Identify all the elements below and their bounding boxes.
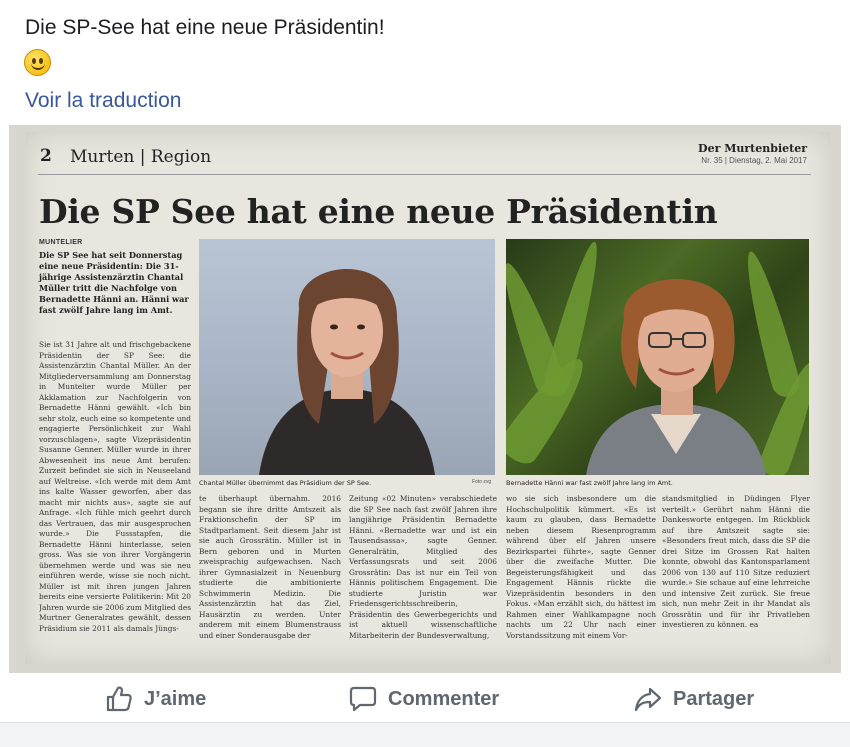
portrait-photo-chantal [199,239,495,475]
comments-area [0,722,850,747]
comment-label: Commenter [388,687,500,710]
comment-bubble-icon [349,686,377,712]
article-column-5: standsmitglied in Düdingen Flyer verteil… [662,494,810,629]
page-number: 2 [40,146,52,166]
share-arrow-icon [634,687,662,712]
post-text: Die SP-See hat eine neue Präsidentin! [25,16,385,39]
article-column-2: te überhaupt übernahm. 2016 begann sie i… [199,494,341,640]
like-label: J’aime [144,687,207,710]
share-button[interactable]: Partager [633,684,754,714]
newspaper-page: 2 Murten | Region Der Murtenbieter Nr. 3… [25,132,831,664]
header-rule [38,174,811,175]
post-photo[interactable]: 2 Murten | Region Der Murtenbieter Nr. 3… [9,125,841,673]
thumbs-up-icon [106,686,132,712]
smiley-emoji-icon [24,49,51,76]
article-lead: Die SP See hat seit Donnerstag eine neue… [39,250,189,315]
article-column-4: wo sie sich insbesondere um die Hochschu… [506,494,656,640]
newspaper-masthead: Der Murtenbieter [698,142,807,155]
portrait-photo-bernadette [506,239,809,475]
share-label: Partager [673,687,755,710]
photo-caption-1: Chantal Müller übernimmt das Präsidium d… [199,479,372,487]
see-translation-link[interactable]: Voir la traduction [25,89,181,113]
issue-info: Nr. 35 | Dienstag, 2. Mai 2017 [701,156,807,165]
article-column-1: Sie ist 31 Jahre alt und frischgebackene… [39,340,191,633]
post-actions-bar: J’aime Commenter Partager [0,676,850,722]
section-title: Murten | Region [70,147,212,167]
photo-caption-2: Bernadette Hänni war fast zwölf Jahre la… [506,479,673,487]
article-column-3: Zeitung «02 Minuten» verabschiedete die … [349,494,497,640]
comment-button[interactable]: Commenter [348,684,499,714]
article-kicker: MUNTELIER [39,239,83,246]
like-button[interactable]: J’aime [104,684,206,714]
photo-credit: Foto zvg [472,479,492,485]
article-headline: Die SP See hat eine neue Präsidentin [39,192,718,231]
